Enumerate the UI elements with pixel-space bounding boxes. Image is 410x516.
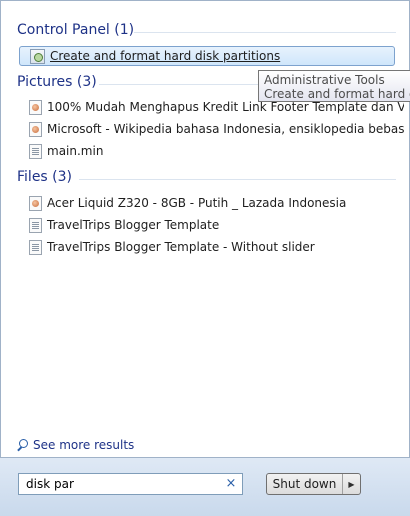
result-item-label: TravelTrips Blogger Template xyxy=(47,218,220,232)
search-input-value: disk par xyxy=(26,477,74,491)
result-item-label: TravelTrips Blogger Template - Without s… xyxy=(47,240,315,254)
section-divider xyxy=(134,32,396,33)
section-header-pictures: Pictures (3) xyxy=(17,74,97,90)
result-item-file[interactable]: Acer Liquid Z320 - 8GB - Putih _ Lazada … xyxy=(29,193,404,213)
clear-search-icon[interactable]: × xyxy=(224,477,238,491)
start-menu-results-panel: Control Panel (1) Create and format hard… xyxy=(0,0,410,458)
result-item-label: Microsoft - Wikipedia bahasa Indonesia, … xyxy=(47,122,404,136)
file-icon xyxy=(29,143,42,159)
tooltip-title: Administrative Tools xyxy=(264,73,385,87)
file-icon xyxy=(29,239,42,255)
web-document-icon xyxy=(29,195,42,211)
tooltip-description: Create and format hard disk xyxy=(264,87,410,101)
section-header-files: Files (3) xyxy=(17,169,73,185)
file-icon xyxy=(29,217,42,233)
result-item-picture[interactable]: main.min xyxy=(29,141,404,161)
shut-down-split-button: Shut down ▶ xyxy=(266,473,361,495)
section-divider xyxy=(99,84,259,85)
result-item-picture[interactable]: Microsoft - Wikipedia bahasa Indonesia, … xyxy=(29,119,404,139)
section-header-control-panel: Control Panel (1) xyxy=(17,22,135,38)
search-icon xyxy=(17,439,29,451)
result-item-label: Create and format hard disk partitions xyxy=(50,49,281,63)
shut-down-button[interactable]: Shut down xyxy=(267,474,343,494)
web-document-icon xyxy=(29,99,42,115)
result-item-file[interactable]: TravelTrips Blogger Template xyxy=(29,215,404,235)
result-item-label: main.min xyxy=(47,144,104,158)
shut-down-options-arrow-icon[interactable]: ▶ xyxy=(343,474,360,494)
result-item-file[interactable]: TravelTrips Blogger Template - Without s… xyxy=(29,237,404,257)
see-more-results-link[interactable]: See more results xyxy=(17,438,134,452)
section-divider xyxy=(79,179,396,180)
result-item-disk-partitions[interactable]: Create and format hard disk partitions xyxy=(19,46,395,66)
see-more-results-label: See more results xyxy=(33,438,135,452)
result-item-label: 100% Mudah Menghapus Kredit Link Footer … xyxy=(47,100,404,114)
result-item-label: Acer Liquid Z320 - 8GB - Putih _ Lazada … xyxy=(47,196,347,210)
web-document-icon xyxy=(29,121,42,137)
search-input[interactable]: disk par × xyxy=(18,473,243,495)
tooltip: Administrative Tools Create and format h… xyxy=(258,70,410,102)
admin-tools-icon xyxy=(30,48,45,64)
